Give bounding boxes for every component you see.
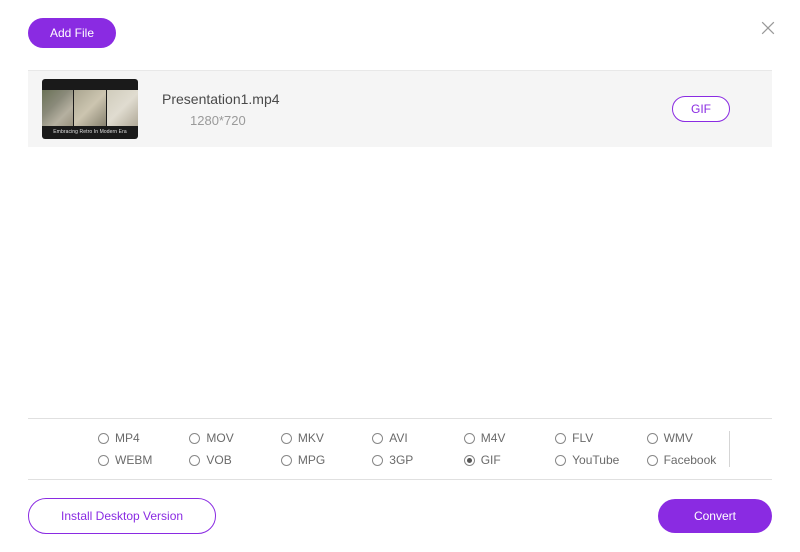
format-option-label: VOB	[206, 453, 231, 467]
format-option-label: MP4	[115, 431, 140, 445]
radio-icon	[647, 433, 658, 444]
format-option-label: GIF	[481, 453, 501, 467]
format-option-youtube[interactable]: YouTube	[555, 453, 640, 467]
format-option-avi[interactable]: AVI	[372, 431, 457, 445]
radio-icon	[647, 455, 658, 466]
thumbnail-caption: Embracing Retro In Modern Era	[51, 126, 129, 139]
radio-icon	[372, 455, 383, 466]
format-option-label: AVI	[389, 431, 407, 445]
format-option-label: MKV	[298, 431, 324, 445]
file-thumbnail: Embracing Retro In Modern Era	[42, 79, 138, 139]
radio-icon	[98, 433, 109, 444]
divider	[729, 431, 730, 467]
format-option-label: MOV	[206, 431, 233, 445]
radio-icon	[281, 455, 292, 466]
format-option-label: WEBM	[115, 453, 152, 467]
format-option-facebook[interactable]: Facebook	[647, 453, 732, 467]
format-option-flv[interactable]: FLV	[555, 431, 640, 445]
format-option-mov[interactable]: MOV	[189, 431, 274, 445]
file-row: Embracing Retro In Modern Era Presentati…	[28, 71, 772, 147]
output-format-button[interactable]: GIF	[672, 96, 730, 122]
format-option-label: MPG	[298, 453, 325, 467]
file-resolution: 1280*720	[162, 113, 654, 128]
format-option-label: Facebook	[664, 453, 717, 467]
format-section: MP4 MOV MKV AVI M4V FLV WMV WEBM VOB MPG 3GP GIF You…	[28, 418, 772, 480]
radio-icon	[555, 455, 566, 466]
format-option-mpg[interactable]: MPG	[281, 453, 366, 467]
radio-icon	[555, 433, 566, 444]
format-option-label: WMV	[664, 431, 693, 445]
file-list: Embracing Retro In Modern Era Presentati…	[28, 70, 772, 147]
format-option-wmv[interactable]: WMV	[647, 431, 732, 445]
radio-icon	[189, 433, 200, 444]
format-option-mp4[interactable]: MP4	[98, 431, 183, 445]
add-file-button[interactable]: Add File	[28, 18, 116, 48]
format-option-m4v[interactable]: M4V	[464, 431, 549, 445]
close-icon[interactable]	[758, 18, 778, 38]
file-name: Presentation1.mp4	[162, 91, 654, 107]
format-option-label: YouTube	[572, 453, 619, 467]
radio-icon	[372, 433, 383, 444]
format-option-label: M4V	[481, 431, 506, 445]
format-option-label: FLV	[572, 431, 593, 445]
format-option-gif[interactable]: GIF	[464, 453, 549, 467]
install-desktop-button[interactable]: Install Desktop Version	[28, 498, 216, 534]
radio-icon	[189, 455, 200, 466]
radio-icon	[98, 455, 109, 466]
format-option-vob[interactable]: VOB	[189, 453, 274, 467]
format-option-3gp[interactable]: 3GP	[372, 453, 457, 467]
radio-icon	[464, 433, 475, 444]
radio-icon	[281, 433, 292, 444]
format-option-webm[interactable]: WEBM	[98, 453, 183, 467]
format-option-mkv[interactable]: MKV	[281, 431, 366, 445]
convert-button[interactable]: Convert	[658, 499, 772, 533]
format-option-label: 3GP	[389, 453, 413, 467]
radio-icon	[464, 455, 475, 466]
